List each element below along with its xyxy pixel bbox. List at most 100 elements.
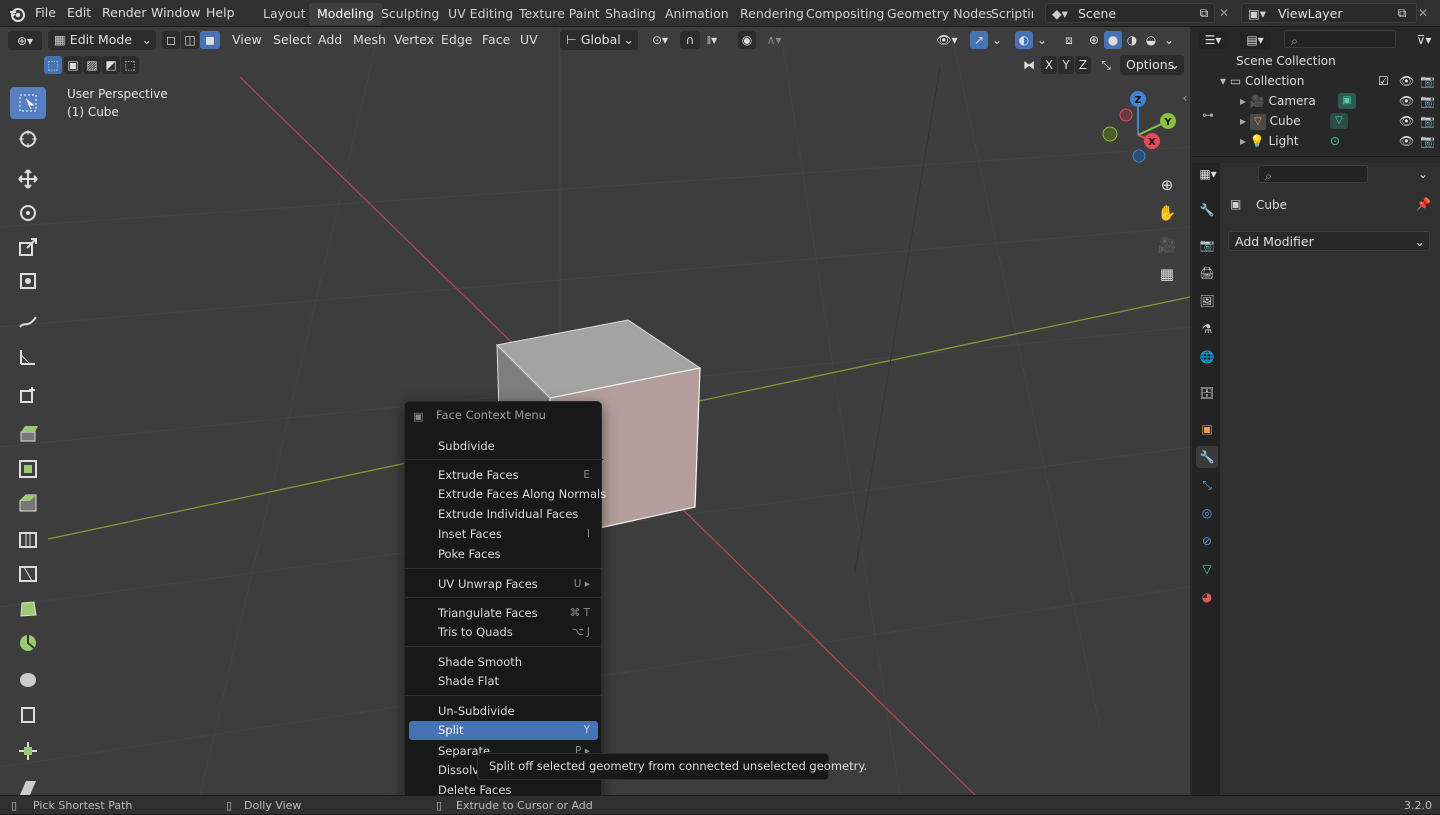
material-shading-icon[interactable]: ◑ [1123, 31, 1141, 49]
menu-item-inset-faces[interactable]: Inset Faces I [409, 525, 598, 544]
shading-dropdown-icon[interactable]: ⌄ [1162, 31, 1176, 49]
xray-icon[interactable]: ⧈ [1060, 31, 1078, 49]
display-mode-icon[interactable]: ▤▾ [1240, 31, 1270, 49]
render-tab-icon[interactable]: 📷 [1196, 234, 1218, 256]
solid-shading-icon[interactable]: ● [1104, 31, 1122, 49]
menu-vertex[interactable]: Vertex [389, 30, 439, 50]
auto-merge-icon[interactable]: ⤡ [1097, 56, 1115, 74]
orientation-selector[interactable]: ⊢ Global ⌄ [560, 30, 638, 50]
pivot-point-icon[interactable]: ⊙▾ [646, 31, 674, 49]
outliner-item-cube[interactable]: ▸ ▽ Cube ▽ 👁 📷 [1192, 111, 1440, 131]
camera-render-icon[interactable]: 📷 [1420, 91, 1435, 111]
3d-viewport[interactable]: ⊕▾ ▦ Edit Mode ⌄ ◻ ◫ ◼ View Select Add Me… [0, 27, 1190, 795]
rendered-shading-icon[interactable]: ◒ [1142, 31, 1160, 49]
collection-tab-icon[interactable]: 🗄 [1196, 382, 1218, 404]
select-subtract-icon[interactable]: ▨ [83, 56, 101, 74]
editor-type-icon[interactable]: ⊕▾ [8, 31, 42, 50]
annotate-tool[interactable] [10, 305, 46, 337]
menu-file[interactable]: File [35, 5, 56, 20]
properties-options-icon[interactable]: ⌄ [1416, 166, 1430, 182]
workspace-tab-texture-paint[interactable]: Texture Paint [511, 3, 608, 25]
outliner-item-camera[interactable]: ▸ 🎥 Camera ▣ 👁 📷 [1192, 91, 1440, 111]
menu-item-subdivide[interactable]: Subdivide [409, 437, 598, 456]
menu-render[interactable]: Render [102, 5, 147, 20]
scene-tab-icon[interactable]: ⚗ [1196, 318, 1218, 340]
falloff-icon[interactable]: ∧▾ [760, 31, 788, 49]
output-tab-icon[interactable]: 🖨 [1196, 262, 1218, 284]
smooth-tool[interactable] [10, 663, 46, 695]
select-box-tool[interactable] [10, 87, 46, 119]
spin-tool[interactable] [10, 627, 46, 659]
properties-search-input[interactable]: ⌕ [1258, 165, 1368, 183]
visibility-icon[interactable]: 👁▾ [932, 31, 962, 49]
proportional-edit-icon[interactable]: ◉ [738, 31, 756, 49]
inset-faces-tool[interactable] [10, 453, 46, 485]
add-cube-tool[interactable] [10, 379, 46, 411]
select-intersect-icon[interactable]: ⬚ [121, 56, 139, 74]
snap-icon[interactable]: ∩ [680, 31, 700, 49]
workspace-tab-sculpting[interactable]: Sculpting [373, 3, 447, 25]
menu-face[interactable]: Face [477, 30, 515, 50]
outliner-collection[interactable]: ▾ ▭ Collection ☑ 👁 📷 [1192, 71, 1440, 91]
constraints-tab-icon[interactable]: ⊘ [1196, 530, 1218, 552]
menu-item-split[interactable]: Split Y [409, 721, 598, 740]
menu-item-triangulate-faces[interactable]: Triangulate Faces ⌘ T [409, 604, 598, 623]
move-tool[interactable] [10, 163, 46, 195]
outliner-editor-icon[interactable]: ☰▾ [1198, 31, 1228, 49]
mirror-x-toggle[interactable]: X [1041, 56, 1057, 74]
transform-tool[interactable] [10, 265, 46, 297]
menu-item-extrude-faces[interactable]: Extrude Faces E [409, 466, 598, 485]
outliner-item-light[interactable]: ▸ 💡 Light ⊙ 👁 📷 [1192, 131, 1440, 151]
collection-checkbox[interactable]: ☑ [1378, 71, 1389, 91]
outliner-search-input[interactable]: ⌕ [1284, 30, 1396, 48]
gizmo-toggle-icon[interactable]: ↗ [970, 31, 988, 49]
camera-data-icon[interactable]: ▣ [1338, 93, 1356, 109]
menu-mesh[interactable]: Mesh [348, 30, 391, 50]
cube-visibility-icon[interactable]: 👁 [1399, 111, 1414, 131]
knife-tool[interactable] [10, 557, 46, 589]
add-modifier-dropdown[interactable]: Add Modifier ⌄ [1228, 231, 1430, 251]
loop-cut-tool[interactable] [10, 523, 46, 555]
edge-select-icon[interactable]: ◫ [181, 31, 199, 49]
blender-logo-icon[interactable] [8, 5, 26, 23]
camera-view-icon[interactable]: 🎥 [1154, 232, 1180, 258]
menu-item-shade-flat[interactable]: Shade Flat [409, 672, 598, 691]
tool-tab-icon[interactable]: 🔧 [1196, 199, 1218, 221]
menu-edit[interactable]: Edit [67, 5, 91, 20]
mirror-z-toggle[interactable]: Z [1075, 56, 1091, 74]
workspace-tab-uv-editing[interactable]: UV Editing [440, 3, 521, 25]
gizmo-dropdown-icon[interactable]: ⌄ [990, 31, 1004, 49]
outliner-scene-collection[interactable]: Scene Collection [1192, 51, 1440, 71]
options-dropdown[interactable]: Options ⌄ [1120, 55, 1184, 75]
poly-build-tool[interactable] [10, 593, 46, 625]
menu-item-un-subdivide[interactable]: Un-Subdivide [409, 702, 598, 721]
collection-render-icon[interactable]: 📷 [1420, 71, 1435, 91]
mirror-icon[interactable]: ⧓ [1020, 56, 1038, 74]
perspective-toggle-icon[interactable]: ▦ [1154, 261, 1180, 287]
filter-icon[interactable]: ⊽▾ [1410, 31, 1438, 49]
new-viewlayer-icon[interactable]: ⧉ [1393, 4, 1411, 22]
mesh-data-icon[interactable]: ▽ [1330, 113, 1348, 129]
menu-window[interactable]: Window [151, 5, 200, 20]
workspace-tab-shading[interactable]: Shading [597, 3, 664, 25]
menu-item-tris-to-quads[interactable]: Tris to Quads ⌥ J [409, 623, 598, 642]
menu-uv[interactable]: UV [515, 30, 543, 50]
mode-selector[interactable]: ▦ Edit Mode ⌄ [48, 30, 156, 50]
delete-viewlayer-icon[interactable]: ✕ [1414, 4, 1432, 22]
edge-slide-tool[interactable] [10, 699, 46, 731]
bevel-tool[interactable] [10, 487, 46, 519]
wireframe-shading-icon[interactable]: ⊕ [1085, 31, 1103, 49]
menu-select[interactable]: Select [268, 30, 317, 50]
camera-visibility-icon[interactable]: 👁 [1399, 91, 1414, 111]
light-visibility-icon[interactable]: 👁 [1399, 131, 1414, 151]
sidebar-toggle-icon[interactable]: ‹ [1180, 90, 1190, 106]
scene-selector[interactable]: ◆▾ Scene [1045, 3, 1215, 23]
menu-help[interactable]: Help [206, 5, 235, 20]
snap-target-icon[interactable]: ⧚▾ [702, 31, 722, 49]
overlays-icon[interactable]: ◐ [1015, 31, 1033, 49]
workspace-tab-animation[interactable]: Animation [657, 3, 737, 25]
modifier-tab-icon[interactable]: 🔧 [1196, 446, 1218, 468]
workspace-tab-layout[interactable]: Layout [255, 3, 314, 25]
overlays-dropdown-icon[interactable]: ⌄ [1035, 31, 1049, 49]
workspace-tab-scripting[interactable]: Scripting [983, 3, 1033, 25]
